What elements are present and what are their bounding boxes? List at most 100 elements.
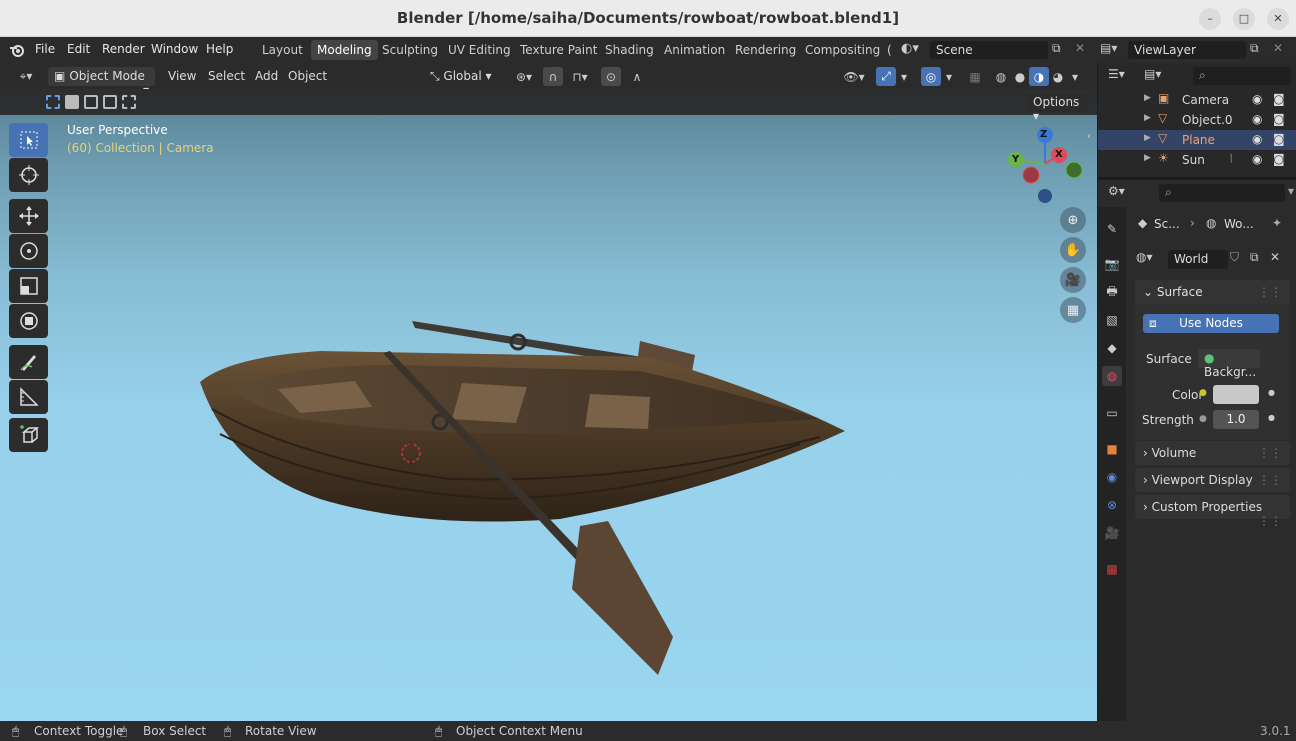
3d-viewport[interactable]: Options ▾ User Perspective (60) Collecti… bbox=[0, 89, 1097, 721]
render-tab-icon[interactable]: 📷 bbox=[1102, 254, 1122, 274]
keyframe-dot-icon[interactable]: ● bbox=[1268, 413, 1275, 422]
surface-panel-header[interactable]: ⌄ Surface ⋮⋮ bbox=[1135, 280, 1290, 304]
orientation-dropdown[interactable]: ⤡ Global ▾ bbox=[424, 67, 502, 86]
ortho-grid-icon[interactable]: ▦ bbox=[1060, 297, 1086, 323]
solid-shading-icon[interactable]: ● bbox=[1010, 67, 1030, 86]
menu-select[interactable]: Select bbox=[202, 67, 252, 86]
annotate-tool[interactable] bbox=[9, 345, 48, 379]
snap-target-icon[interactable]: ⊓▾ bbox=[565, 67, 595, 86]
transform-tool[interactable] bbox=[9, 304, 48, 338]
blender-logo-icon[interactable] bbox=[9, 42, 25, 58]
eye-icon[interactable]: ◉ bbox=[1252, 112, 1262, 126]
drag-handle-icon[interactable]: ⋮⋮ bbox=[1258, 446, 1282, 460]
gizmo-neg-x[interactable] bbox=[1022, 166, 1040, 184]
view-layer-tab-icon[interactable]: ▧ bbox=[1102, 310, 1122, 330]
tab-texture-paint[interactable]: Texture Paint bbox=[514, 40, 603, 60]
properties-editor-icon[interactable]: ⚙▾ bbox=[1108, 184, 1136, 202]
menu-render[interactable]: Render bbox=[102, 42, 145, 56]
tab-modeling[interactable]: Modeling bbox=[311, 40, 378, 60]
color-swatch[interactable] bbox=[1213, 385, 1259, 404]
snap-toggle-icon[interactable]: ∩ bbox=[543, 67, 563, 86]
falloff-icon[interactable]: ∧ bbox=[623, 67, 651, 86]
object-tab-icon[interactable]: ■ bbox=[1102, 439, 1122, 459]
visibility-icon[interactable]: 👁▾ bbox=[838, 67, 870, 86]
drag-handle-icon[interactable]: ⋮⋮ bbox=[1258, 514, 1282, 528]
outliner-item-camera[interactable]: ▶ ▣ Camera ◉ ◙ bbox=[1098, 90, 1296, 110]
pivot-icon[interactable]: ⊛▾ bbox=[510, 67, 538, 86]
menu-view[interactable]: View bbox=[162, 67, 203, 86]
fake-user-shield-icon[interactable]: ⛉ bbox=[1230, 250, 1248, 269]
rotate-tool[interactable] bbox=[9, 234, 48, 268]
cursor-tool[interactable] bbox=[9, 158, 48, 192]
outliner-search-field[interactable]: ⌕ bbox=[1193, 67, 1291, 85]
minimize-button[interactable]: – bbox=[1199, 8, 1221, 30]
tab-shading[interactable]: Shading bbox=[599, 40, 660, 60]
world-browse-icon[interactable]: ◍▾ bbox=[1136, 250, 1166, 269]
eye-icon[interactable]: ◉ bbox=[1252, 92, 1262, 106]
add-cube-tool[interactable] bbox=[9, 418, 48, 452]
move-tool[interactable] bbox=[9, 199, 48, 233]
menu-window[interactable]: Window bbox=[151, 42, 198, 56]
tab-animation[interactable]: Animation bbox=[658, 40, 731, 60]
rendered-shading-icon[interactable]: ◕ bbox=[1048, 67, 1068, 86]
properties-search-field[interactable]: ⌕ bbox=[1159, 184, 1285, 202]
editor-type-icon[interactable]: ⌖▾ bbox=[11, 67, 41, 86]
viewlayer-remove-icon[interactable]: ✕ bbox=[1273, 41, 1287, 59]
menu-add[interactable]: Add bbox=[249, 67, 285, 86]
tab-rendering[interactable]: Rendering bbox=[729, 40, 802, 60]
tab-layout[interactable]: Layout bbox=[256, 40, 309, 60]
use-nodes-button[interactable]: ⧈ Use Nodes bbox=[1143, 314, 1279, 333]
mode-dropdown[interactable]: ▣Object Mode▾ bbox=[48, 67, 155, 97]
outliner-item-object[interactable]: ▶ ▽ Object.0 ◉ ◙ bbox=[1098, 110, 1296, 130]
eye-icon[interactable]: ◉ bbox=[1252, 132, 1262, 146]
proportional-edit-icon[interactable]: ⊙ bbox=[601, 67, 621, 86]
output-tab-icon[interactable]: 🖶 bbox=[1102, 282, 1122, 302]
tab-sculpting[interactable]: Sculpting bbox=[376, 40, 444, 60]
scene-remove-icon[interactable]: ✕ bbox=[1075, 41, 1089, 59]
select-box-tool[interactable] bbox=[9, 123, 48, 157]
sidebar-toggle-icon[interactable]: ‹ bbox=[1087, 131, 1091, 142]
menu-file[interactable]: File bbox=[35, 42, 55, 56]
scene-browse-icon[interactable]: ◐▾ bbox=[901, 41, 925, 59]
scene-name-field[interactable]: Scene bbox=[930, 41, 1048, 59]
volume-panel-header[interactable]: › Volume ⋮⋮ bbox=[1135, 441, 1290, 465]
custom-properties-panel-header[interactable]: › Custom Properties ⋮⋮ bbox=[1135, 495, 1290, 528]
menu-edit[interactable]: Edit bbox=[67, 42, 90, 56]
drag-handle-icon[interactable]: ⋮⋮ bbox=[1258, 473, 1282, 487]
material-shading-icon[interactable]: ◑ bbox=[1029, 67, 1049, 86]
pan-hand-icon[interactable]: ✋ bbox=[1060, 237, 1086, 263]
keyframe-dot-icon[interactable]: ● bbox=[1268, 388, 1275, 397]
viewlayer-name-field[interactable]: ViewLayer bbox=[1128, 41, 1246, 59]
overlay-toggle-icon[interactable]: ◎ bbox=[921, 67, 941, 86]
object-data-tab-icon[interactable]: 🎥 bbox=[1102, 523, 1122, 543]
maximize-button[interactable]: □ bbox=[1233, 8, 1255, 30]
world-name-field[interactable]: World bbox=[1168, 250, 1228, 269]
zoom-icon[interactable]: ⊕ bbox=[1060, 207, 1086, 233]
pin-icon[interactable]: ✦ bbox=[1272, 216, 1282, 230]
rowboat-model[interactable] bbox=[0, 89, 1097, 721]
expand-arrow-icon[interactable]: ▶ bbox=[1144, 93, 1151, 103]
chevron-down-icon[interactable]: ▾ bbox=[1068, 67, 1082, 86]
measure-tool[interactable] bbox=[9, 380, 48, 414]
tool-tab-icon[interactable]: ✎ bbox=[1102, 219, 1122, 239]
scale-tool[interactable] bbox=[9, 269, 48, 303]
outliner-editor-icon[interactable]: ☰▾ bbox=[1108, 67, 1136, 85]
gizmo-toggle-icon[interactable]: ⤢ bbox=[876, 67, 896, 86]
surface-shader-field[interactable]: ● Backgr... bbox=[1198, 349, 1260, 379]
render-camera-icon[interactable]: ◙ bbox=[1273, 92, 1285, 106]
chevron-down-icon[interactable]: ▾ bbox=[1288, 184, 1294, 198]
collection-tab-icon[interactable]: ▭ bbox=[1102, 403, 1122, 423]
expand-arrow-icon[interactable]: ▶ bbox=[1144, 133, 1151, 143]
close-window-button[interactable]: ✕ bbox=[1267, 8, 1289, 30]
render-camera-icon[interactable]: ◙ bbox=[1273, 152, 1285, 166]
strength-field[interactable]: 1.0 bbox=[1213, 410, 1259, 429]
gizmo-neg-y[interactable] bbox=[1065, 161, 1083, 179]
xray-icon[interactable]: ▦ bbox=[965, 67, 985, 86]
wireframe-shading-icon[interactable]: ◍ bbox=[991, 67, 1011, 86]
outliner-item-plane[interactable]: ▶ ▽ Plane ◉ ◙ bbox=[1098, 130, 1296, 150]
drag-handle-icon[interactable]: ⋮⋮ bbox=[1258, 285, 1282, 299]
eye-icon[interactable]: ◉ bbox=[1252, 152, 1262, 166]
viewport-display-panel-header[interactable]: › Viewport Display ⋮⋮ bbox=[1135, 468, 1290, 492]
scene-new-icon[interactable]: ⧉ bbox=[1052, 41, 1070, 59]
viewlayer-new-icon[interactable]: ⧉ bbox=[1250, 41, 1268, 59]
